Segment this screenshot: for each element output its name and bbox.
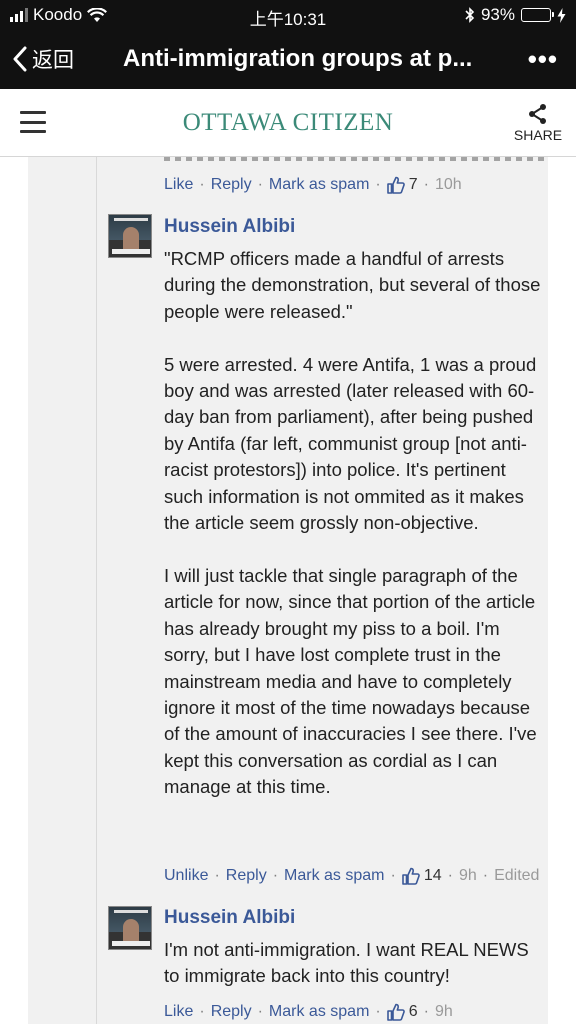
battery-percent: 93% <box>480 5 515 24</box>
mark-spam-link[interactable]: Mark as spam <box>284 867 384 885</box>
share-label: SHARE <box>513 127 563 143</box>
reply-link[interactable]: Reply <box>211 1003 252 1021</box>
like-link[interactable]: Like <box>164 1003 193 1021</box>
status-right: 93% <box>465 5 566 25</box>
comment-author[interactable]: Hussein Albibi <box>164 907 295 929</box>
back-label: 返回 <box>32 49 74 72</box>
comments-section: Like · Reply · Mark as spam · 7 · 10h Hu… <box>28 157 548 1024</box>
battery-icon <box>521 8 554 22</box>
thumbs-up-icon <box>386 1003 405 1021</box>
thumbs-up-icon <box>402 867 420 885</box>
site-header: OTTAWA CITIZEN SHARE <box>0 89 576 157</box>
avatar[interactable] <box>108 214 152 258</box>
app-top-bar: Koodo 上午10:31 93% 返回 Anti-immigration gr… <box>0 0 576 89</box>
charging-icon <box>557 7 566 23</box>
wechat-nav: 返回 Anti-immigration groups at p... ••• <box>0 30 576 89</box>
site-logo[interactable]: OTTAWA CITIZEN <box>0 109 576 137</box>
comment-age: 9h <box>458 867 477 884</box>
like-count: 7 <box>408 176 418 193</box>
comment-text: I'm not anti-immigration. I want REAL NE… <box>164 939 529 987</box>
comment-text: "RCMP officers made a handful of arrests… <box>164 248 541 798</box>
back-button[interactable]: 返回 <box>12 44 74 74</box>
clipped-text <box>164 157 544 161</box>
like-count: 6 <box>408 1003 418 1020</box>
mark-spam-link[interactable]: Mark as spam <box>269 176 369 194</box>
chevron-left-icon <box>13 46 27 72</box>
mark-spam-link[interactable]: Mark as spam <box>269 1003 369 1021</box>
comment-age: 9h <box>434 1003 453 1020</box>
comment-actions: Unlike · Reply · Mark as spam · 14 · 9h … <box>164 867 540 885</box>
page-title: Anti-immigration groups at p... <box>123 45 473 72</box>
unlike-link[interactable]: Unlike <box>164 867 208 885</box>
like-link[interactable]: Like <box>164 176 193 194</box>
reply-link[interactable]: Reply <box>211 176 252 194</box>
avatar[interactable] <box>108 906 152 950</box>
share-icon <box>529 104 546 124</box>
status-bar: Koodo 上午10:31 93% <box>0 0 576 30</box>
more-menu-button[interactable]: ••• <box>528 44 558 75</box>
comment-author[interactable]: Hussein Albibi <box>164 216 295 238</box>
comment-actions: Like · Reply · Mark as spam · 7 · 10h <box>164 176 462 194</box>
thumbs-up-icon <box>386 176 405 194</box>
share-button[interactable]: SHARE <box>512 103 564 143</box>
like-count: 14 <box>423 867 442 884</box>
reply-link[interactable]: Reply <box>226 867 267 885</box>
comment-actions: Like · Reply · Mark as spam · 6 · 9h <box>164 1003 453 1021</box>
bluetooth-icon <box>465 7 475 23</box>
comment-age: 10h <box>434 176 462 193</box>
edited-label: Edited <box>494 867 540 884</box>
